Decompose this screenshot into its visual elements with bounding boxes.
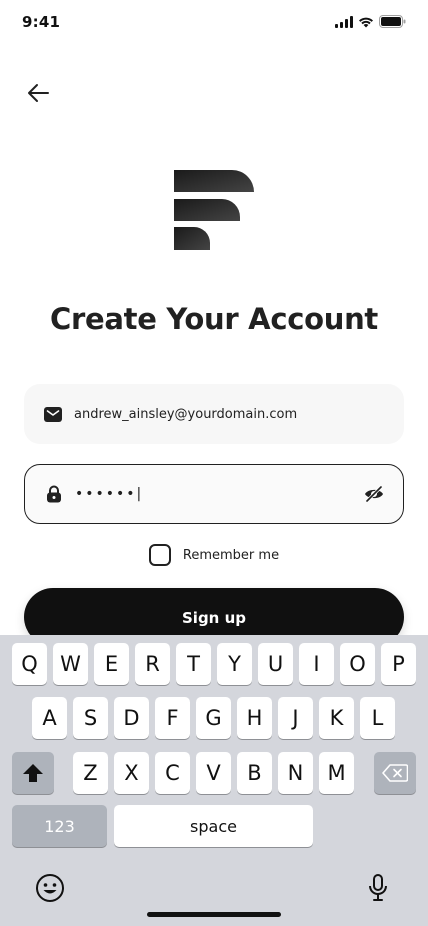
- key-v[interactable]: V: [196, 752, 231, 794]
- email-input[interactable]: [74, 384, 404, 444]
- remember-me-checkbox[interactable]: [148, 544, 171, 566]
- key-j[interactable]: J: [278, 697, 313, 739]
- backspace-key[interactable]: [374, 752, 416, 794]
- key-z[interactable]: Z: [73, 752, 108, 794]
- shift-key[interactable]: [12, 752, 54, 794]
- on-screen-keyboard: QWERTYUIOP ASDFGHJKL ZXCVBNM 123 space: [0, 635, 428, 926]
- home-indicator: [147, 912, 281, 917]
- key-n[interactable]: N: [278, 752, 313, 794]
- key-h[interactable]: H: [237, 697, 272, 739]
- email-field[interactable]: [24, 384, 404, 444]
- key-r[interactable]: R: [135, 643, 170, 685]
- arrow-left-icon: [28, 84, 49, 102]
- password-field[interactable]: ••••••|: [24, 464, 404, 524]
- microphone-icon[interactable]: [361, 871, 395, 905]
- key-w[interactable]: W: [53, 643, 88, 685]
- wifi-icon: [359, 17, 373, 27]
- key-b[interactable]: B: [237, 752, 272, 794]
- back-button[interactable]: [24, 80, 52, 106]
- battery-icon: [379, 15, 406, 28]
- mail-icon: [44, 405, 62, 423]
- key-p[interactable]: P: [381, 643, 416, 685]
- key-f[interactable]: F: [155, 697, 190, 739]
- key-c[interactable]: C: [155, 752, 190, 794]
- page-title: Create Your Account: [50, 302, 378, 336]
- key-q[interactable]: Q: [12, 643, 47, 685]
- shift-icon: [23, 764, 43, 782]
- key-e[interactable]: E: [94, 643, 129, 685]
- backspace-icon: [382, 764, 408, 782]
- lock-icon: [45, 485, 63, 503]
- eye-off-icon[interactable]: [363, 483, 385, 505]
- key-k[interactable]: K: [319, 697, 354, 739]
- status-bar: 9:41: [0, 0, 428, 44]
- password-input[interactable]: ••••••|: [75, 465, 363, 523]
- numbers-key[interactable]: 123: [12, 805, 107, 847]
- key-y[interactable]: Y: [217, 643, 252, 685]
- key-g[interactable]: G: [196, 697, 231, 739]
- key-o[interactable]: O: [340, 643, 375, 685]
- remember-me-row: Remember me: [0, 544, 428, 566]
- key-i[interactable]: I: [299, 643, 334, 685]
- key-t[interactable]: T: [176, 643, 211, 685]
- key-d[interactable]: D: [114, 697, 149, 739]
- emoji-icon[interactable]: [33, 871, 67, 905]
- status-time: 9:41: [22, 13, 61, 31]
- key-s[interactable]: S: [73, 697, 108, 739]
- space-key[interactable]: space: [114, 805, 313, 847]
- key-m[interactable]: M: [319, 752, 354, 794]
- key-l[interactable]: L: [360, 697, 395, 739]
- cellular-signal-icon: [335, 15, 353, 28]
- key-a[interactable]: A: [32, 697, 67, 739]
- remember-me-label: Remember me: [182, 547, 280, 563]
- app-logo: [174, 170, 254, 250]
- status-icons: [335, 15, 406, 28]
- key-u[interactable]: U: [258, 643, 293, 685]
- key-x[interactable]: X: [114, 752, 149, 794]
